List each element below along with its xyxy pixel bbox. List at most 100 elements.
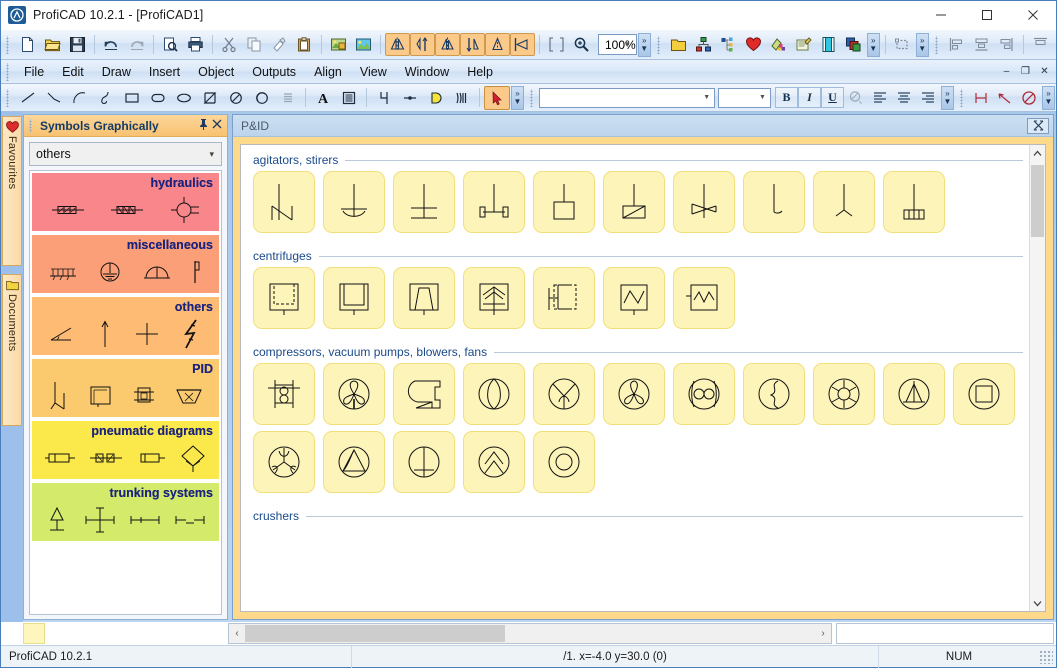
horizontal-scroll-thumb[interactable] <box>245 624 505 642</box>
symbol-tile-fan-tri-blade[interactable] <box>253 431 315 493</box>
symbol-tile-centrifuge-wave[interactable] <box>673 267 735 329</box>
print-preview-icon[interactable] <box>158 33 183 56</box>
selection-rect-icon[interactable] <box>890 33 915 56</box>
redo-icon[interactable] <box>124 33 149 56</box>
resize-grip-icon[interactable] <box>1039 649 1053 664</box>
align-text-left-icon[interactable] <box>868 87 892 108</box>
symbol-category-trunking-systems[interactable]: trunking systems <box>32 483 219 541</box>
draw-toolbar-grip[interactable] <box>5 88 12 107</box>
mirror-horizontal-icon[interactable] <box>385 33 410 56</box>
vertical-scroll-thumb[interactable] <box>1031 165 1044 237</box>
film-strip-icon[interactable] <box>816 33 841 56</box>
symbol-tile-stirrer-paddle-pair[interactable] <box>463 171 525 233</box>
colors-icon[interactable] <box>766 33 791 56</box>
symbol-tile-stirrer-box[interactable] <box>533 171 595 233</box>
circle-slash-icon[interactable] <box>223 86 249 110</box>
font-size-combobox[interactable]: ▼ <box>718 87 771 108</box>
symbol-category-others[interactable]: others <box>32 297 219 355</box>
symbol-category-hydraulics[interactable]: hydraulics <box>32 173 219 231</box>
align-top-icon[interactable] <box>1028 33 1053 56</box>
symbol-tile-pump-chevron[interactable] <box>463 431 525 493</box>
arc-icon[interactable] <box>67 86 93 110</box>
bold-button[interactable]: B <box>775 87 798 108</box>
notes-icon[interactable] <box>791 33 816 56</box>
mdi-minimize-button[interactable]: – <box>1000 66 1013 77</box>
align-center-horizontal-icon[interactable] <box>969 33 994 56</box>
objects-toolbar-overflow[interactable]: » ▼ <box>866 32 880 57</box>
zoom-combobox[interactable]: 100% ▼ <box>598 34 637 55</box>
structure-icon[interactable] <box>716 33 741 56</box>
menu-file[interactable]: File <box>15 62 53 82</box>
symbol-tile-pump-circle[interactable] <box>463 363 525 425</box>
menu-window[interactable]: Window <box>396 62 458 82</box>
symbol-tile-compressor-frame[interactable] <box>253 363 315 425</box>
symbol-tile-box-in-circle[interactable] <box>953 363 1015 425</box>
scroll-down-icon[interactable] <box>1030 595 1045 611</box>
scroll-right-icon[interactable]: › <box>815 628 831 639</box>
symbol-tile-blower-scroll[interactable] <box>393 363 455 425</box>
folder-yellow-icon[interactable] <box>666 33 691 56</box>
flip-icon[interactable] <box>485 33 510 56</box>
symbol-tile-centrifuge-dashed-box[interactable] <box>253 267 315 329</box>
rounded-rect-icon[interactable] <box>145 86 171 110</box>
terminal-icon[interactable] <box>423 86 449 110</box>
symbol-tile-pump-cross-circle[interactable] <box>393 431 455 493</box>
align-left-icon[interactable] <box>944 33 969 56</box>
symbol-group-select[interactable]: others ▾ <box>29 142 222 166</box>
image-background-icon[interactable] <box>351 33 376 56</box>
bus-icon[interactable] <box>449 86 475 110</box>
symbols-panel-grip[interactable] <box>28 118 35 133</box>
circle-arc-icon[interactable] <box>249 86 275 110</box>
wire-icon[interactable] <box>371 86 397 110</box>
symbol-tile-pump-triangle[interactable] <box>323 431 385 493</box>
layers-icon[interactable] <box>841 33 866 56</box>
symbol-category-list[interactable]: hydraulics miscellaneous others PID pneu… <box>29 170 222 615</box>
underline-button[interactable]: U <box>821 87 844 108</box>
bezier-icon[interactable] <box>93 86 119 110</box>
font-color-icon[interactable] <box>844 87 868 108</box>
menu-outputs[interactable]: Outputs <box>243 62 305 82</box>
symbol-tile-pump-s-curve[interactable] <box>743 363 805 425</box>
symbol-tile-pump-split-circle[interactable] <box>533 363 595 425</box>
cursor-arrow-icon[interactable] <box>484 85 510 110</box>
text-icon[interactable]: A <box>310 86 336 110</box>
line-icon[interactable] <box>15 86 41 110</box>
flip-vertical-icon[interactable] <box>460 33 485 56</box>
draw-toolbar-overflow[interactable]: » ▼ <box>511 85 524 110</box>
menu-help[interactable]: Help <box>458 62 502 82</box>
document-horizontal-scrollbar[interactable]: ‹ › <box>228 622 832 644</box>
hatch-icon[interactable] <box>275 86 301 110</box>
symbol-tile-pump-ring[interactable] <box>533 431 595 493</box>
scroll-up-icon[interactable] <box>1030 145 1045 161</box>
menu-insert[interactable]: Insert <box>140 62 189 82</box>
undo-icon[interactable] <box>99 33 124 56</box>
symbol-tile-stirrer-cross-bar[interactable] <box>393 171 455 233</box>
symbol-tile-centrifuge-cone[interactable] <box>393 267 455 329</box>
leader-line-icon[interactable] <box>993 87 1017 108</box>
toolbar-overflow-button[interactable]: » ▼ <box>637 32 651 57</box>
cut-scissors-icon[interactable] <box>217 33 242 56</box>
rotate-left-icon[interactable] <box>510 33 535 56</box>
favourites-heart-icon[interactable] <box>741 33 766 56</box>
maximize-button[interactable] <box>964 1 1010 30</box>
symbol-tile-centrifuge-zigzag[interactable] <box>603 267 665 329</box>
chevron-down-icon[interactable]: ▾ <box>209 149 214 160</box>
symbol-tile-stirrer-anchor-curve[interactable] <box>323 171 385 233</box>
menu-align[interactable]: Align <box>305 62 351 82</box>
symbol-tile-stirrer-zigzag-blade[interactable] <box>673 171 735 233</box>
hourglass-icon[interactable] <box>197 86 223 110</box>
font-name-combobox[interactable]: ▼ <box>539 87 716 108</box>
menu-object[interactable]: Object <box>189 62 243 82</box>
symbol-tile-stirrer-hatched[interactable] <box>603 171 665 233</box>
chevron-down-icon[interactable]: ▼ <box>619 35 636 54</box>
symbol-tile-fan-3blade-alt[interactable] <box>603 363 665 425</box>
align-toolbar-grip[interactable] <box>933 35 941 54</box>
pin-icon[interactable] <box>196 118 210 133</box>
chevron-down-icon[interactable]: ▼ <box>699 89 714 107</box>
document-title-bar[interactable]: P&ID <box>233 115 1053 137</box>
dimension-toolbar-grip[interactable] <box>959 88 966 107</box>
new-document-icon[interactable] <box>15 33 40 56</box>
horizontal-scroll-track[interactable] <box>245 624 815 643</box>
format-toolbar-overflow[interactable]: » ▼ <box>941 85 954 110</box>
open-folder-icon[interactable] <box>40 33 65 56</box>
